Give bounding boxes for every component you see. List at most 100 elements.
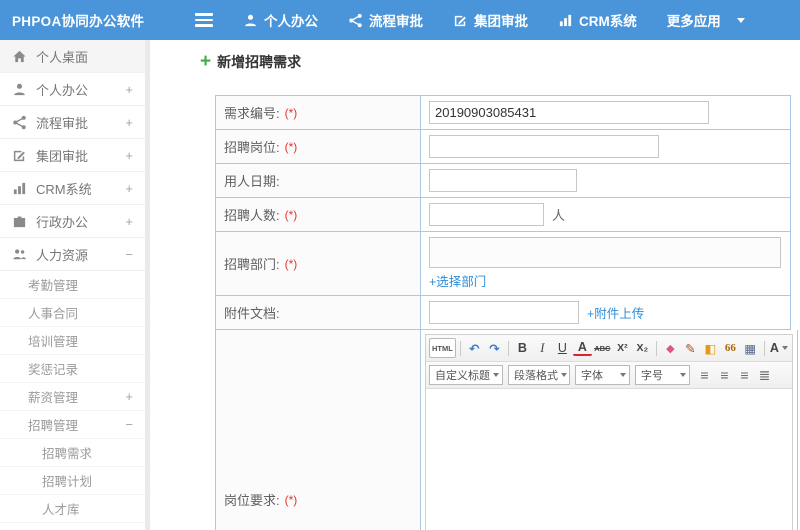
sidebar-item-crm-system[interactable]: CRM系统 + — [0, 172, 145, 205]
underline-button[interactable]: U — [553, 338, 572, 358]
nav-crm-system[interactable]: CRM系统 — [558, 10, 637, 30]
align-right-icon[interactable]: ≡ — [735, 366, 754, 385]
sidebar-item-label: 个人办公 — [36, 82, 89, 98]
select-label: 字体 — [581, 370, 603, 382]
sidebar-item-salary-mgmt[interactable]: 薪资管理 + — [0, 383, 145, 411]
sidebar-item-group-approval[interactable]: 集团审批 + — [0, 139, 145, 172]
attachment-upload-link[interactable]: +附件上传 — [587, 303, 644, 322]
top-bar: PHPOA协同办公软件 个人办公 流程审批 集团审批 CRM系统 更多应用 — [0, 0, 800, 40]
sidebar-item-talent-pool[interactable]: 人才库 — [0, 495, 145, 523]
flow-icon — [349, 13, 362, 27]
size-select[interactable]: 字号 — [635, 365, 690, 385]
position-input[interactable] — [429, 135, 659, 158]
field-label: 附件文档: — [224, 306, 280, 321]
subscript-button[interactable]: X₂ — [633, 338, 652, 358]
font-color-button[interactable]: A — [572, 340, 592, 356]
main-content: + 新增招聘需求 需求编号: (*) 招聘岗位: (*) — [150, 40, 800, 530]
sidebar-item-label: 招聘需求 — [42, 447, 93, 461]
sidebar-item-label: 个人桌面 — [36, 49, 89, 65]
date-input[interactable] — [429, 169, 577, 192]
sidebar-item-recruit-demand[interactable]: 招聘需求 — [0, 439, 145, 467]
rich-text-editor: HTML ↶ ↷ B I U A ABC X² X₂ ◆ ✎ ◧ 66 ▦ A … — [425, 334, 793, 530]
sidebar-item-human-resources[interactable]: 人力资源 − — [0, 238, 145, 271]
select-dept-link[interactable]: +选择部门 — [429, 271, 486, 290]
editor-toolbar-top: HTML ↶ ↷ B I U A ABC X² X₂ ◆ ✎ ◧ 66 ▦ A — [426, 335, 792, 362]
dept-textarea[interactable] — [429, 237, 781, 268]
superscript-button[interactable]: X² — [613, 338, 632, 358]
sidebar-item-label: 行政办公 — [36, 214, 89, 230]
font-select[interactable]: 字体 — [575, 365, 630, 385]
bar-chart-icon — [559, 14, 572, 26]
source-button[interactable]: HTML — [429, 338, 456, 358]
sidebar-item-hr-contract[interactable]: 人事合同 — [0, 299, 145, 327]
count-input[interactable] — [429, 203, 544, 226]
nav-label: CRM系统 — [579, 14, 637, 29]
heading-select[interactable]: 自定义标题 — [429, 365, 503, 385]
undo-button[interactable]: ↶ — [465, 338, 484, 358]
chevron-down-icon — [561, 373, 567, 377]
collapse-icon: − — [125, 417, 133, 432]
expand-icon: + — [125, 81, 133, 97]
bar-chart-icon — [13, 182, 26, 194]
field-label: 需求编号: — [224, 106, 280, 121]
sidebar-item-training-mgmt[interactable]: 培训管理 — [0, 327, 145, 355]
flow-icon — [13, 115, 26, 129]
sidebar-item-recruit-mgmt[interactable]: 招聘管理 − — [0, 411, 145, 439]
required-mark: (*) — [284, 105, 298, 120]
text-color-button[interactable]: A — [769, 338, 789, 358]
bold-button[interactable]: B — [513, 338, 532, 358]
editor-content-area[interactable] — [426, 389, 792, 530]
paragraph-select[interactable]: 段落格式 — [508, 365, 570, 385]
sidebar-item-label: 薪资管理 — [28, 391, 79, 405]
sidebar-item-label: 招聘管理 — [28, 419, 79, 433]
redo-button[interactable]: ↷ — [485, 338, 504, 358]
edit-icon — [13, 150, 25, 161]
page-title: + 新增招聘需求 — [200, 52, 301, 72]
align-left-icon[interactable]: ≡ — [695, 366, 714, 385]
sidebar-item-label: 流程审批 — [36, 115, 89, 131]
align-center-icon[interactable]: ≡ — [715, 366, 734, 385]
sidebar-item-attendance-mgmt[interactable]: 考勤管理 — [0, 271, 145, 299]
sidebar-item-reward-punishment[interactable]: 奖惩记录 — [0, 355, 145, 383]
align-justify-icon[interactable]: ≣ — [755, 366, 774, 385]
sidebar-item-admin-office[interactable]: 行政办公 + — [0, 205, 145, 238]
chevron-down-icon — [493, 373, 499, 377]
sidebar-item-personal-office[interactable]: 个人办公 + — [0, 73, 145, 106]
select-label: 字号 — [641, 370, 663, 382]
italic-button[interactable]: I — [533, 338, 552, 358]
sidebar-item-workflow-approval[interactable]: 流程审批 + — [0, 106, 145, 139]
editor-toolbar-bottom: 自定义标题 段落格式 字体 字号 ≡ ≡ ≡ ≣ — [426, 362, 792, 389]
nav-group-approval[interactable]: 集团审批 — [453, 10, 528, 30]
format-painter-button[interactable]: ✎ — [681, 338, 700, 358]
chevron-down-icon — [781, 346, 788, 350]
highlight-button[interactable]: ◧ — [701, 338, 720, 358]
sidebar-item-recruit-plan[interactable]: 招聘计划 — [0, 467, 145, 495]
app-logo: PHPOA协同办公软件 — [12, 14, 145, 29]
expand-icon: + — [125, 147, 133, 163]
attachment-input[interactable] — [429, 301, 579, 324]
sidebar-item-label: 人事合同 — [28, 307, 79, 321]
briefcase-icon — [13, 215, 26, 227]
nav-personal-office[interactable]: 个人办公 — [243, 10, 318, 30]
sidebar-item-label: 奖惩记录 — [28, 363, 79, 377]
field-label: 用人日期: — [224, 174, 280, 189]
sidebar: 个人桌面 个人办公 + 流程审批 + 集团审批 + CRM系统 + 行政办公 + — [0, 40, 145, 530]
chevron-down-icon — [620, 373, 626, 377]
blockquote-button[interactable]: 66 — [721, 338, 740, 358]
strikethrough-button[interactable]: ABC — [593, 338, 612, 358]
req-no-input[interactable] — [429, 101, 709, 124]
nav-workflow-approval[interactable]: 流程审批 — [348, 10, 423, 30]
person-icon — [245, 14, 256, 26]
form-row-position: 招聘岗位: (*) — [216, 130, 791, 164]
sidebar-item-label: 集团审批 — [36, 148, 89, 164]
table-button[interactable]: ▦ — [741, 338, 760, 358]
menu-toggle-icon[interactable] — [195, 13, 213, 27]
sidebar-item-desktop[interactable]: 个人桌面 — [0, 40, 145, 73]
eraser-button[interactable]: ◆ — [661, 338, 680, 358]
expand-icon: + — [125, 180, 133, 196]
sidebar-item-label: 招聘计划 — [42, 475, 93, 489]
toolbar-separator — [763, 340, 765, 356]
toolbar-separator — [507, 340, 509, 356]
sidebar-item-label: 培训管理 — [28, 335, 79, 349]
nav-more-apps[interactable]: 更多应用 — [667, 10, 745, 30]
